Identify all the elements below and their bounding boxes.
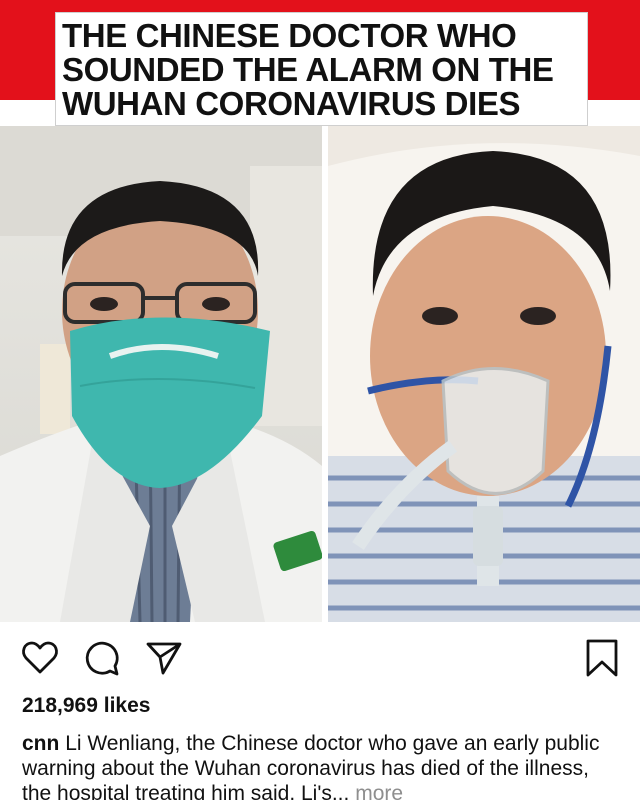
photo-doctor-with-mask xyxy=(0,126,322,622)
post-image[interactable]: THE CHINESE DOCTOR WHO SOUNDED THE ALARM… xyxy=(0,0,640,622)
post-caption: cnn Li Wenliang, the Chinese doctor who … xyxy=(22,731,622,800)
caption-text: Li Wenliang, the Chinese doctor who gave… xyxy=(22,732,600,800)
paper-plane-icon[interactable] xyxy=(144,638,184,678)
headline-line-2: SOUNDED THE ALARM ON THE xyxy=(62,51,554,88)
bookmark-icon[interactable] xyxy=(582,638,622,678)
caption-more-link[interactable]: more xyxy=(355,782,403,800)
post-action-bar xyxy=(0,638,640,678)
headline-line-3: WUHAN CORONAVIRUS DIES xyxy=(62,85,521,122)
comment-icon[interactable] xyxy=(82,638,122,678)
caption-username[interactable]: cnn xyxy=(22,732,59,755)
headline-line-1: THE CHINESE DOCTOR WHO xyxy=(62,17,517,54)
likes-count[interactable]: 218,969 likes xyxy=(22,694,150,718)
headline-box: THE CHINESE DOCTOR WHO SOUNDED THE ALARM… xyxy=(55,12,588,126)
photo-doctor-with-oxygen-mask xyxy=(328,126,640,622)
heart-icon[interactable] xyxy=(20,638,60,678)
